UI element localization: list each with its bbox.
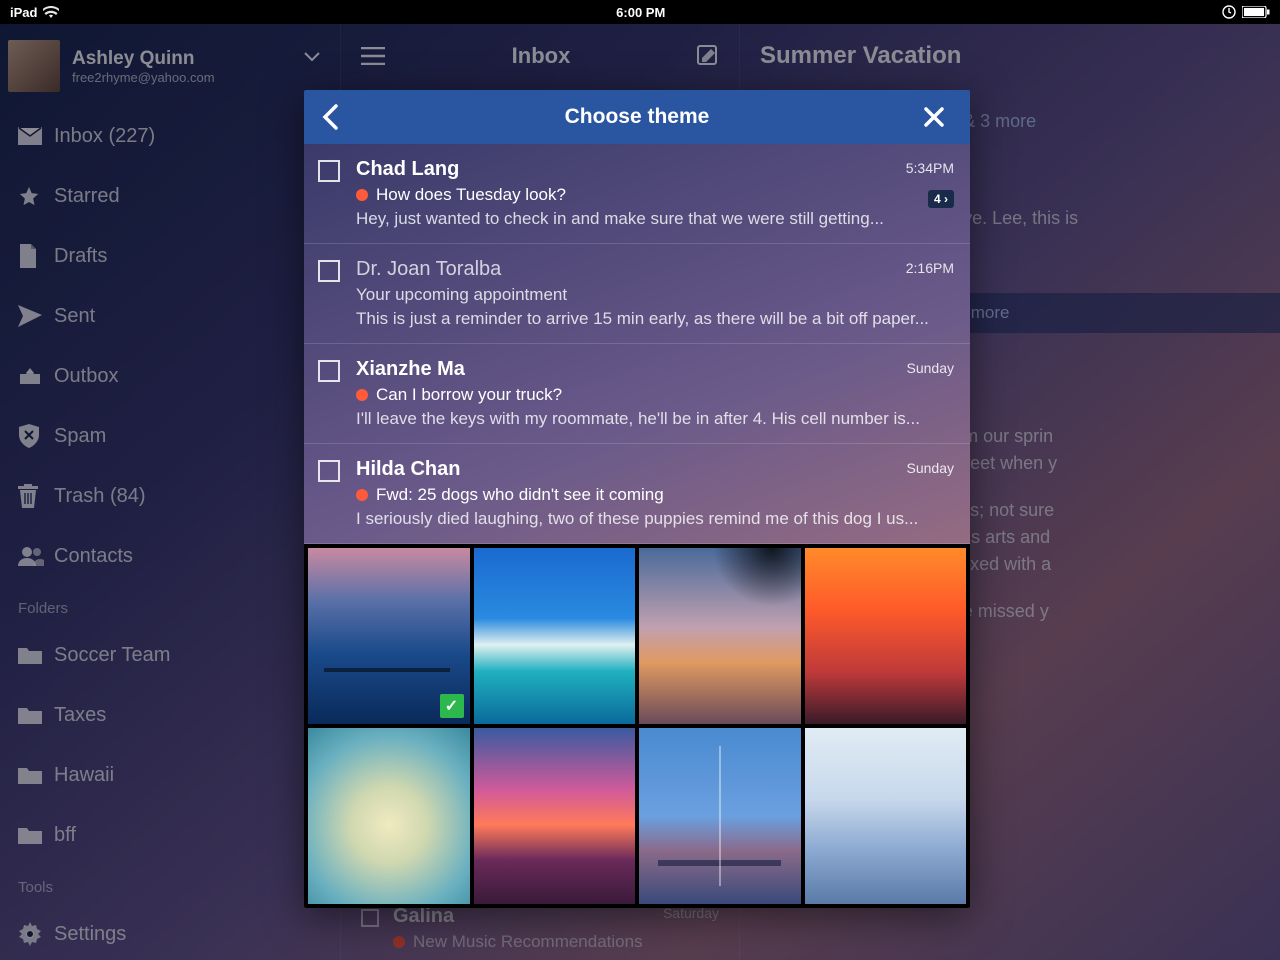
unread-dot-icon: [356, 189, 368, 201]
theme-option-5[interactable]: [474, 728, 636, 904]
message-sender: Hilda Chan: [356, 458, 952, 481]
message-sender: Chad Lang: [356, 158, 952, 181]
message-time: Sunday: [907, 460, 954, 476]
check-icon: ✓: [440, 694, 464, 718]
wifi-icon: [43, 6, 59, 18]
clock: 6:00 PM: [616, 5, 665, 20]
battery-icon: [1242, 6, 1270, 18]
device-label: iPad: [10, 5, 37, 20]
message-preview: This is just a reminder to arrive 15 min…: [356, 309, 952, 329]
message-preview: I seriously died laughing, two of these …: [356, 509, 952, 529]
rotation-lock-icon: [1222, 5, 1236, 19]
checkbox-icon[interactable]: [318, 260, 340, 282]
message-row[interactable]: Chad Lang How does Tuesday look? Hey, just…: [304, 144, 970, 244]
message-time: 2:16PM: [906, 260, 954, 276]
status-bar: iPad 6:00 PM: [0, 0, 1280, 24]
theme-option-6[interactable]: [639, 728, 801, 904]
unread-dot-icon: [356, 489, 368, 501]
theme-option-1[interactable]: [474, 548, 636, 724]
theme-grid: ✓: [304, 544, 970, 908]
message-row[interactable]: Dr. Joan Toralba Your upcoming appointmen…: [304, 244, 970, 344]
message-preview: I'll leave the keys with my roommate, he…: [356, 409, 952, 429]
message-sender: Xianzhe Ma: [356, 358, 952, 381]
message-subject: Can I borrow your truck?: [356, 385, 952, 405]
message-preview: Hey, just wanted to check in and make su…: [356, 209, 952, 229]
message-row[interactable]: Hilda Chan Fwd: 25 dogs who didn't see it…: [304, 444, 970, 544]
message-subject: Your upcoming appointment: [356, 285, 952, 305]
message-subject: How does Tuesday look?: [356, 185, 952, 205]
message-row[interactable]: Xianzhe Ma Can I borrow your truck? I'll l…: [304, 344, 970, 444]
message-time: 5:34PM: [906, 160, 954, 176]
theme-option-3[interactable]: [805, 548, 967, 724]
theme-option-4[interactable]: [308, 728, 470, 904]
modal-header: Choose theme: [304, 90, 970, 144]
close-icon[interactable]: [924, 107, 952, 127]
message-sender: Dr. Joan Toralba: [356, 258, 952, 281]
message-time: Sunday: [907, 360, 954, 376]
modal-body: Chad Lang How does Tuesday look? Hey, just…: [304, 144, 970, 908]
theme-option-7[interactable]: [805, 728, 967, 904]
unread-dot-icon: [356, 389, 368, 401]
choose-theme-modal: Choose theme Chad Lang How does Tuesday l…: [304, 90, 970, 908]
back-icon[interactable]: [322, 104, 350, 130]
modal-title: Choose theme: [350, 105, 924, 129]
checkbox-icon[interactable]: [318, 460, 340, 482]
message-subject: Fwd: 25 dogs who didn't see it coming: [356, 485, 952, 505]
checkbox-icon[interactable]: [318, 160, 340, 182]
checkbox-icon[interactable]: [318, 360, 340, 382]
theme-option-0[interactable]: ✓: [308, 548, 470, 724]
thread-count-badge: 4 ›: [928, 190, 954, 208]
theme-option-2[interactable]: [639, 548, 801, 724]
